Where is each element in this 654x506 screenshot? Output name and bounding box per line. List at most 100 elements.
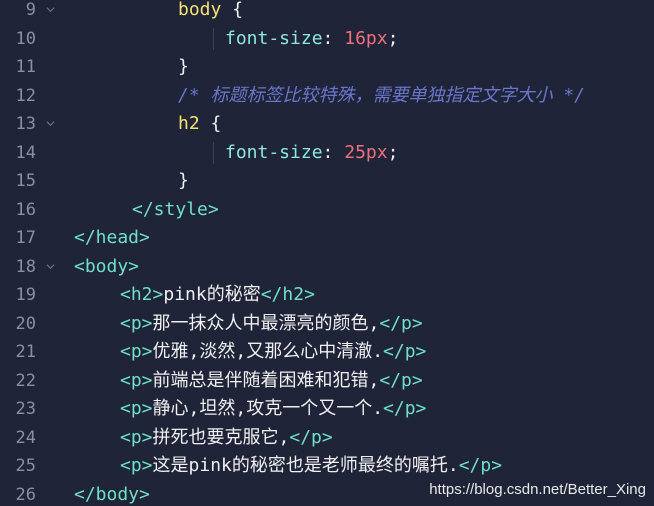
- code-token: 前端总是伴随着困难和犯错,: [152, 369, 380, 391]
- code-content: }: [178, 53, 189, 82]
- code-token: </p>: [289, 426, 333, 448]
- line-number: 17: [15, 228, 36, 248]
- line-number: 19: [15, 285, 36, 305]
- code-line[interactable]: 13 h2 {: [0, 110, 654, 139]
- code-content: font-size: 16px;: [225, 25, 398, 54]
- code-line[interactable]: 17 </head>: [0, 224, 654, 253]
- code-token: body: [178, 0, 222, 20]
- indent-guide: [213, 27, 214, 50]
- line-number: 21: [15, 342, 36, 362]
- code-token: {: [199, 113, 222, 134]
- line-number: 18: [15, 256, 36, 277]
- code-token: 那一抹众人中最漂亮的颜色,: [152, 312, 380, 334]
- line-number: 24: [15, 427, 36, 448]
- indent-guide: [213, 141, 214, 164]
- code-token: 优雅,淡然,又那么心中清澈.: [152, 341, 384, 362]
- code-token: /* 标题标签比较特殊，需要单独指定文字大小 */: [178, 84, 586, 106]
- code-content: <p>静心,坦然,攻克一个又一个.</p>: [120, 395, 426, 424]
- code-line[interactable]: 16 </style>: [0, 196, 654, 225]
- code-content: </head>: [74, 224, 150, 253]
- code-token: </body>: [74, 483, 150, 505]
- code-line[interactable]: 20 <p>那一抹众人中最漂亮的颜色,</p>: [0, 310, 654, 339]
- fold-chevron-icon[interactable]: [46, 119, 55, 128]
- fold-chevron-icon[interactable]: [46, 262, 55, 271]
- line-number: 13: [15, 114, 36, 134]
- code-content: <p>这是pink的秘密也是老师最终的嘱托.</p>: [120, 452, 502, 481]
- code-line[interactable]: 21 <p>优雅,淡然,又那么心中清澈.</p>: [0, 338, 654, 367]
- code-content: <body>: [74, 253, 139, 282]
- code-line[interactable]: 15}: [0, 167, 654, 196]
- code-line[interactable]: 24 <p>拼死也要克服它,</p>: [0, 424, 654, 453]
- code-content: </style>: [132, 196, 219, 225]
- line-number: 20: [15, 313, 36, 334]
- code-token: font-size: [225, 27, 323, 49]
- code-content: body {: [178, 0, 243, 25]
- code-token: </h2>: [260, 284, 315, 305]
- line-number: 22: [15, 370, 36, 391]
- line-number: 11: [15, 57, 36, 77]
- code-token: <h2>: [120, 284, 164, 305]
- code-line[interactable]: 25 <p>这是pink的秘密也是老师最终的嘱托.</p>: [0, 452, 654, 481]
- code-content: <p>优雅,淡然,又那么心中清澈.</p>: [120, 338, 426, 367]
- code-token: 拼死也要克服它,: [152, 426, 290, 448]
- code-token: }: [178, 56, 189, 77]
- code-token: <p>: [120, 341, 153, 362]
- code-content: h2 {: [178, 110, 221, 139]
- line-number: 10: [15, 28, 36, 49]
- code-line[interactable]: 11}: [0, 53, 654, 82]
- code-token: {: [221, 0, 244, 20]
- code-token: <p>: [120, 455, 153, 476]
- fold-chevron-icon[interactable]: [46, 5, 55, 14]
- code-line[interactable]: 9 body {: [0, 0, 654, 25]
- code-token: ;: [387, 141, 399, 163]
- code-token: 16px: [344, 27, 388, 49]
- code-token: </p>: [458, 455, 503, 476]
- code-token: </p>: [379, 312, 423, 334]
- code-content: <h2>pink的秘密</h2>: [120, 281, 315, 310]
- line-number: 26: [15, 484, 36, 505]
- code-token: <p>: [120, 426, 153, 448]
- code-token: ;: [387, 27, 399, 49]
- line-number: 12: [15, 85, 36, 106]
- code-token: </p>: [379, 369, 423, 391]
- code-line[interactable]: 22 <p>前端总是伴随着困难和犯错,</p>: [0, 367, 654, 396]
- code-line[interactable]: 14 font-size: 25px;: [0, 139, 654, 168]
- code-token: h2: [178, 113, 200, 134]
- code-token: <p>: [120, 369, 153, 391]
- code-line[interactable]: 10 font-size: 16px;: [0, 25, 654, 54]
- code-token: <body>: [74, 255, 140, 277]
- code-token: </p>: [383, 398, 427, 419]
- code-token: font-size: [225, 141, 323, 163]
- line-number: 23: [15, 399, 36, 419]
- line-number: 14: [15, 142, 36, 163]
- code-editor[interactable]: 9 body {10 font-size: 16px; 11} 12/* 标题标签比较特…: [0, 0, 654, 506]
- code-line[interactable]: 12 /* 标题标签比较特殊，需要单独指定文字大小 */: [0, 82, 654, 111]
- code-token: </p>: [383, 341, 427, 362]
- code-content: font-size: 25px;: [225, 139, 398, 168]
- code-token: </style>: [132, 198, 219, 220]
- code-content: <p>那一抹众人中最漂亮的颜色,</p>: [120, 310, 423, 339]
- code-token: pink的秘密: [163, 284, 261, 305]
- code-token: 25px: [344, 141, 388, 163]
- code-content: </body>: [74, 481, 150, 506]
- code-token: :: [322, 141, 345, 163]
- code-line[interactable]: 19 <h2>pink的秘密</h2>: [0, 281, 654, 310]
- watermark-text: https://blog.csdn.net/Better_Xing: [429, 481, 646, 498]
- code-token: </head>: [74, 227, 150, 248]
- code-content: <p>拼死也要克服它,</p>: [120, 424, 333, 453]
- line-number: 16: [15, 199, 36, 220]
- code-token: 这是pink的秘密也是老师最终的嘱托.: [152, 455, 459, 476]
- code-line[interactable]: 18 <body>: [0, 253, 654, 282]
- code-content: /* 标题标签比较特殊，需要单独指定文字大小 */: [178, 82, 585, 111]
- line-number: 9: [25, 0, 36, 20]
- code-content: <p>前端总是伴随着困难和犯错,</p>: [120, 367, 423, 396]
- code-line[interactable]: 23 <p>静心,坦然,攻克一个又一个.</p>: [0, 395, 654, 424]
- code-token: <p>: [120, 312, 153, 334]
- line-number: 25: [15, 456, 36, 476]
- line-number: 15: [15, 171, 36, 191]
- code-token: }: [178, 170, 189, 191]
- code-token: 静心,坦然,攻克一个又一个.: [152, 398, 384, 419]
- code-content: }: [178, 167, 189, 196]
- code-token: :: [322, 27, 345, 49]
- code-token: <p>: [120, 398, 153, 419]
